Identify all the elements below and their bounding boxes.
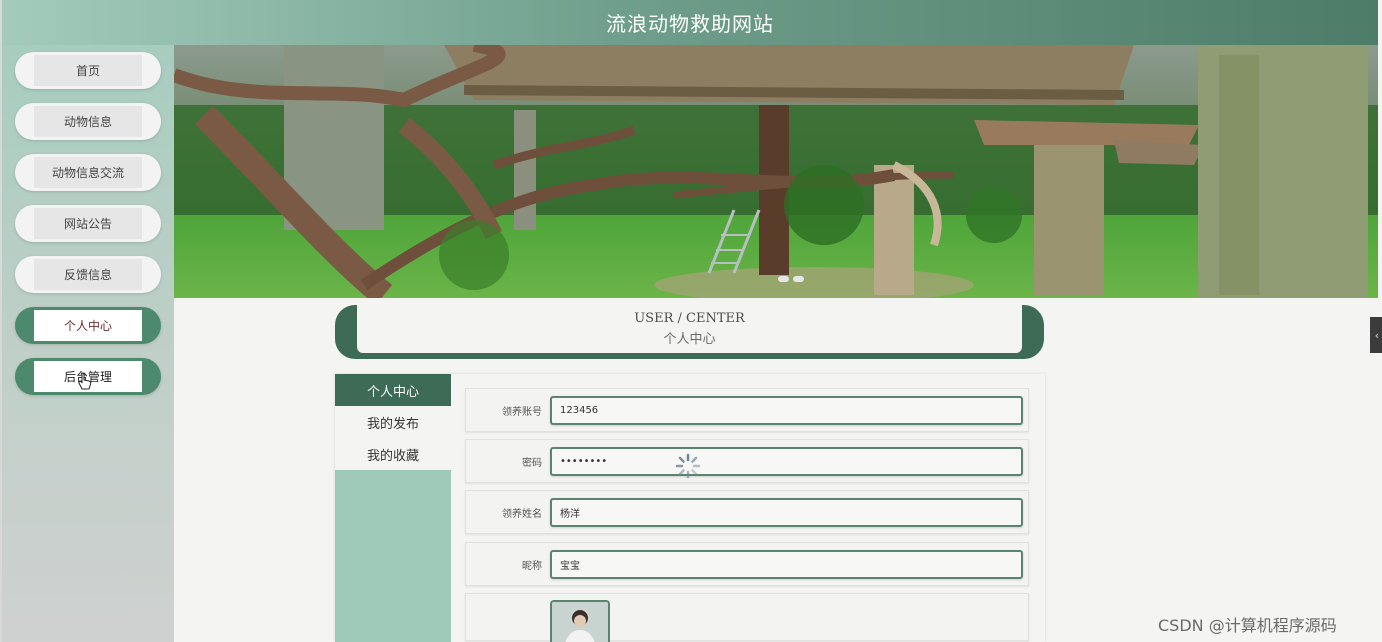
password-label: 密码 xyxy=(522,457,542,469)
nav-user-center-label: 个人中心 xyxy=(34,310,142,341)
side-panel-toggle[interactable]: ‹ xyxy=(1370,317,1382,353)
user-center-panel: 个人中心 我的发布 我的收藏 领养账号 123456 密码 •••••••• 领… xyxy=(335,374,1045,642)
nav-animal-info-label: 动物信息 xyxy=(34,106,142,137)
avatar[interactable] xyxy=(550,600,610,642)
nickname-input[interactable]: 宝宝 xyxy=(550,550,1023,579)
form-row-name: 领养姓名 杨洋 xyxy=(465,490,1029,534)
section-title-en: USER / CENTER xyxy=(634,311,745,326)
section-title-inner: USER / CENTER 个人中心 xyxy=(357,305,1022,353)
account-label: 领养账号 xyxy=(502,406,542,418)
nav-announcements[interactable]: 网站公告 xyxy=(15,205,161,242)
tab-my-posts[interactable]: 我的发布 xyxy=(335,406,451,438)
form-row-password: 密码 •••••••• xyxy=(465,439,1029,483)
carousel-dot-1[interactable] xyxy=(778,276,789,282)
tab-user-center[interactable]: 个人中心 xyxy=(335,374,451,406)
carousel-dot-2[interactable] xyxy=(793,276,804,282)
nav-home[interactable]: 首页 xyxy=(15,52,161,89)
form-row-account: 领养账号 123456 xyxy=(465,388,1029,432)
name-label: 领养姓名 xyxy=(502,508,542,520)
loading-spinner-icon xyxy=(675,453,701,479)
nickname-label: 昵称 xyxy=(522,560,542,572)
site-title: 流浪动物救助网站 xyxy=(606,12,774,36)
site-header: 流浪动物救助网站 xyxy=(2,0,1378,45)
nav-user-center[interactable]: 个人中心 xyxy=(15,307,161,344)
banner-carousel[interactable] xyxy=(174,45,1378,298)
account-input[interactable]: 123456 xyxy=(550,396,1023,425)
user-center-tabs: 个人中心 我的发布 我的收藏 xyxy=(335,374,451,642)
section-title-box: USER / CENTER 个人中心 xyxy=(335,305,1044,359)
nav-animal-exchange[interactable]: 动物信息交流 xyxy=(15,154,161,191)
nav-feedback-label: 反馈信息 xyxy=(34,259,142,290)
name-input[interactable]: 杨洋 xyxy=(550,498,1023,527)
nav-feedback[interactable]: 反馈信息 xyxy=(15,256,161,293)
password-input[interactable]: •••••••• xyxy=(550,447,1023,476)
form-row-nickname: 昵称 宝宝 xyxy=(465,542,1029,586)
nav-animal-exchange-label: 动物信息交流 xyxy=(34,157,142,188)
chevron-left-icon: ‹ xyxy=(1374,328,1380,342)
sidebar-nav: 首页 动物信息 动物信息交流 网站公告 反馈信息 个人中心 后台管理 xyxy=(2,45,174,642)
carousel-indicators[interactable] xyxy=(778,276,804,282)
hand-cursor-icon xyxy=(78,372,92,390)
banner-image xyxy=(174,45,1378,298)
tab-my-favorites[interactable]: 我的收藏 xyxy=(335,438,451,470)
nav-animal-info[interactable]: 动物信息 xyxy=(15,103,161,140)
watermark-text: CSDN @计算机程序源码 xyxy=(1158,616,1337,635)
section-title-cn: 个人中心 xyxy=(663,332,716,347)
avatar-photo xyxy=(552,602,608,642)
nav-home-label: 首页 xyxy=(34,55,142,86)
form-row-avatar xyxy=(465,593,1029,642)
nav-announcements-label: 网站公告 xyxy=(34,208,142,239)
